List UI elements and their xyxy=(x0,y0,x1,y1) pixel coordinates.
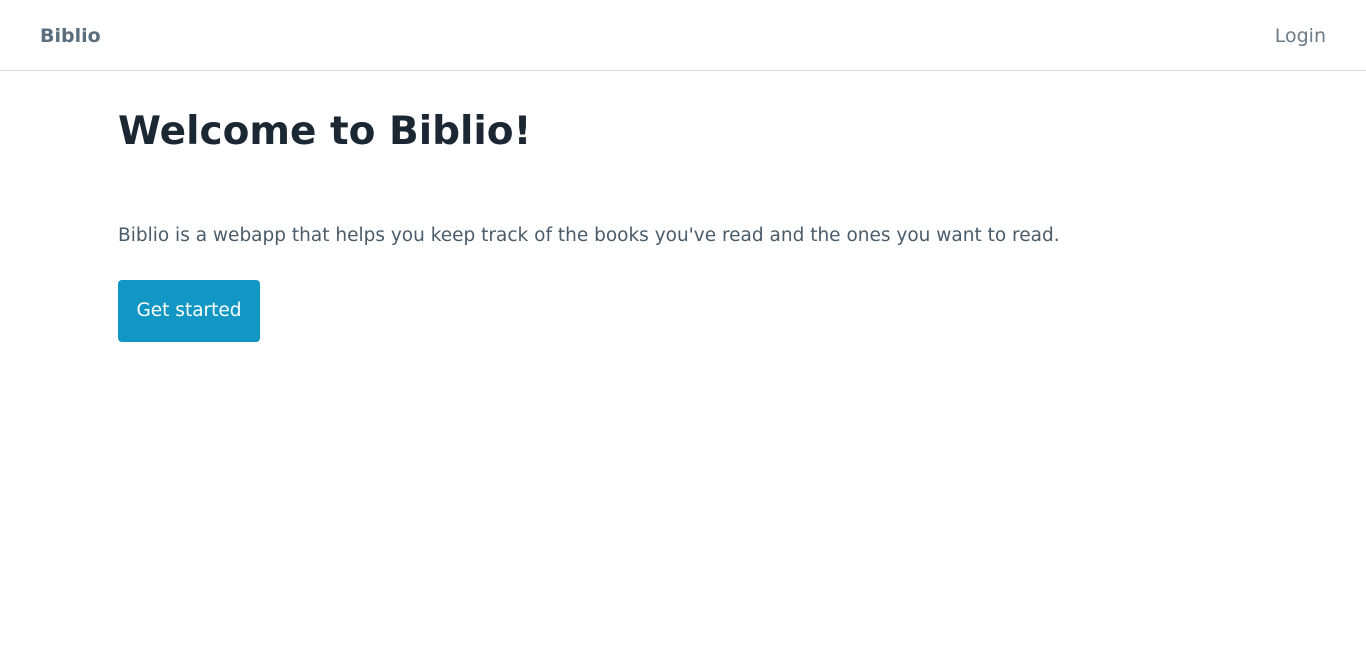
get-started-button[interactable]: Get started xyxy=(118,280,260,342)
page-title: Welcome to Biblio! xyxy=(118,109,532,154)
top-navbar: Biblio Login xyxy=(0,0,1366,71)
brand-link[interactable]: Biblio xyxy=(40,23,101,49)
intro-text: Biblio is a webapp that helps you keep t… xyxy=(118,225,1060,246)
login-link[interactable]: Login xyxy=(1275,23,1326,49)
